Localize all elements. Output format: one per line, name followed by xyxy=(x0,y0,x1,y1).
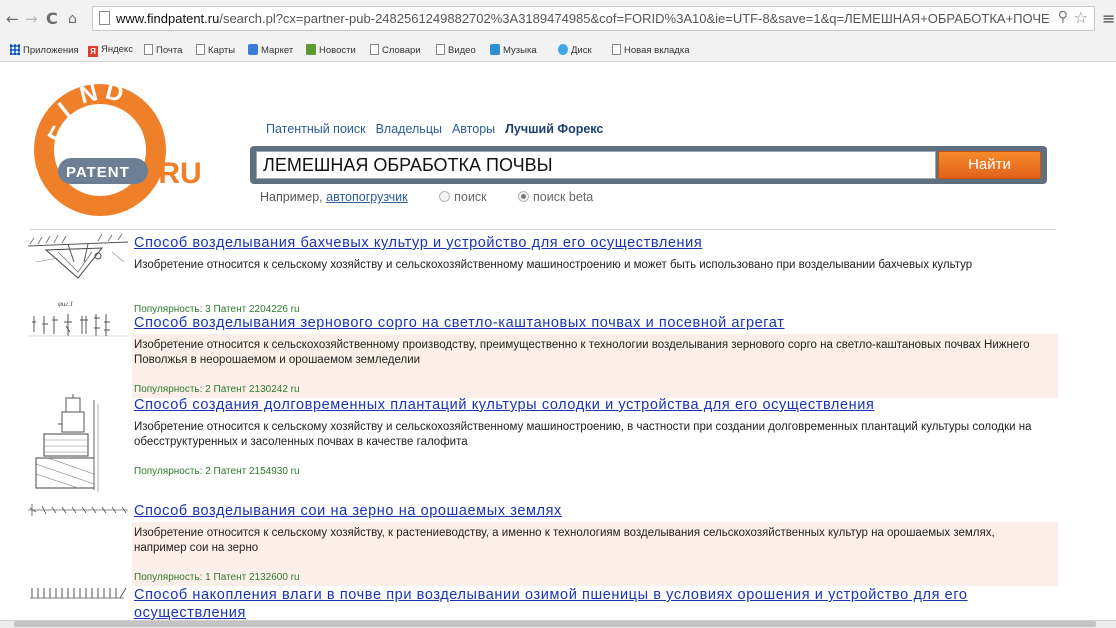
result-title-link[interactable]: Способ возделывания бахчевых культур и у… xyxy=(134,234,702,252)
bookmark-yandex[interactable]: Я Яндекс xyxy=(88,44,133,57)
patent-drawing-thumbnail xyxy=(30,587,127,599)
address-bar[interactable]: www.findpatent.ru/search.pl?cx=partner-p… xyxy=(92,6,1095,31)
bookmark-new-tab[interactable]: Новая вкладка xyxy=(612,44,689,57)
logo-patent-text: PATENT xyxy=(66,164,130,181)
bookmark-label: Яндекс xyxy=(101,44,133,55)
bookmark-mail[interactable]: Почта xyxy=(144,44,182,57)
bookmark-label: Почта xyxy=(156,45,183,56)
scrollbar-thumb[interactable] xyxy=(14,621,1096,627)
url-path: /search.pl?cx=partner-pub-24825612498827… xyxy=(219,11,1050,26)
bookmark-label: Видео xyxy=(448,45,476,56)
nav-best-forex[interactable]: Лучший Форекс xyxy=(505,122,603,136)
reload-icon[interactable]: C xyxy=(46,10,58,28)
page-icon xyxy=(612,44,621,55)
bookmarks-bar: Приложения Я Яндекс Почта Карты Маркет Но… xyxy=(0,38,1116,62)
result-item: Способ возделывания зернового сорго на с… xyxy=(28,312,1058,398)
disk-icon xyxy=(558,44,568,55)
result-body: Изобретение относится к сельскому хозяйс… xyxy=(132,522,1058,586)
news-icon xyxy=(306,44,316,55)
result-meta: Популярность: 1 Патент 2132600 ru xyxy=(134,572,300,583)
radio-search[interactable]: поиск xyxy=(439,190,487,204)
logo-ru-text: .RU xyxy=(150,157,202,190)
result-description: Изобретение относится к сельскому хозяйс… xyxy=(134,527,995,554)
bookmark-label: Диск xyxy=(571,45,592,56)
menu-icon[interactable]: ≡ xyxy=(1102,9,1115,28)
radio-button-selected[interactable] xyxy=(518,191,530,202)
result-title-link[interactable]: Способ возделывания зернового сорго на с… xyxy=(134,314,784,332)
patent-drawing-thumbnail: φиг.1 xyxy=(28,233,128,308)
patent-drawing-thumbnail xyxy=(28,314,128,337)
market-icon xyxy=(248,44,258,55)
radio-button[interactable] xyxy=(439,191,451,202)
page-icon xyxy=(99,11,110,25)
browser-toolbar: ← → C ⌂ www.findpatent.ru/search.pl?cx=p… xyxy=(0,0,1116,38)
result-body: Изобретение относится к сельскому хозяйс… xyxy=(132,254,1058,318)
svg-text:φиг.1: φиг.1 xyxy=(58,300,73,308)
home-icon[interactable]: ⌂ xyxy=(68,10,77,28)
bookmark-music[interactable]: Музыка xyxy=(490,44,537,57)
bookmark-label: Словари xyxy=(382,45,421,56)
result-item: Способ создания долговременных плантаций… xyxy=(28,394,1058,498)
bookmark-label: Новая вкладка xyxy=(624,45,690,56)
site-nav: Патентный поиск Владельцы Авторы Лучший Фор… xyxy=(266,122,613,136)
bookmark-market[interactable]: Маркет xyxy=(248,44,293,57)
bookmark-apps[interactable]: Приложения xyxy=(10,44,79,57)
result-item: φиг.1 Способ возделывания бахчевых культ… xyxy=(28,232,1058,315)
result-description: Изобретение относится к сельскому хозяйс… xyxy=(134,421,1032,448)
radio-search-beta[interactable]: поиск beta xyxy=(518,190,593,204)
example-link[interactable]: автопогрузчик xyxy=(326,190,407,204)
zoom-icon[interactable]: ⚲ xyxy=(1058,9,1068,25)
divider xyxy=(30,229,1056,230)
radio-label: поиск xyxy=(454,190,487,204)
yandex-icon: Я xyxy=(88,46,98,57)
search-options: Например, автопогрузчик поиск поиск beta xyxy=(260,190,593,204)
result-item: Способ возделывания сои на зерно на орош… xyxy=(28,500,1058,586)
music-icon xyxy=(490,44,500,55)
nav-authors[interactable]: Авторы xyxy=(452,122,495,136)
patent-drawing-thumbnail xyxy=(35,394,99,492)
nav-patent-search[interactable]: Патентный поиск xyxy=(266,122,366,136)
bookmark-label: Приложения xyxy=(23,45,79,56)
url-text[interactable]: www.findpatent.ru/search.pl?cx=partner-p… xyxy=(116,10,1052,27)
page-icon xyxy=(144,44,153,55)
search-button[interactable]: Найти xyxy=(938,151,1041,179)
bookmark-label: Маркет xyxy=(261,45,294,56)
url-host: www.findpatent.ru xyxy=(116,11,220,26)
findpatent-logo[interactable]: F I N D PATENT .RU xyxy=(30,80,230,220)
bookmark-dictionaries[interactable]: Словари xyxy=(370,44,421,57)
page-icon xyxy=(436,44,445,55)
result-title-link[interactable]: Способ накопления влаги в почве при возд… xyxy=(134,586,968,604)
radio-label: поиск beta xyxy=(533,190,594,204)
bookmark-news[interactable]: Новости xyxy=(306,44,356,57)
result-item: Способ накопления влаги в почве при возд… xyxy=(28,584,1058,621)
bookmark-label: Новости xyxy=(319,45,356,56)
bookmark-maps[interactable]: Карты xyxy=(196,44,235,57)
bookmark-label: Карты xyxy=(208,45,236,56)
bookmark-label: Музыка xyxy=(503,45,537,56)
apps-grid-icon xyxy=(10,44,20,55)
result-body: Изобретение относится к сельскому хозяйс… xyxy=(132,416,1058,480)
bookmark-star-icon[interactable]: ☆ xyxy=(1074,8,1088,27)
forward-arrow-icon[interactable]: → xyxy=(25,10,38,28)
back-arrow-icon[interactable]: ← xyxy=(6,10,19,28)
result-description: Изобретение относится к сельскому хозяйс… xyxy=(134,259,973,271)
bookmark-video[interactable]: Видео xyxy=(436,44,476,57)
result-title-link[interactable]: Способ возделывания сои на зерно на орош… xyxy=(134,502,562,520)
result-body: Изобретение относится к сельскохозяйстве… xyxy=(132,334,1058,398)
search-input[interactable]: ЛЕМЕШНАЯ ОБРАБОТКА ПОЧВЫ xyxy=(256,151,936,179)
patent-drawing-thumbnail xyxy=(28,504,128,516)
nav-owners[interactable]: Владельцы xyxy=(376,122,442,136)
result-title-link[interactable]: Способ создания долговременных плантаций… xyxy=(134,396,874,414)
result-meta: Популярность: 2 Патент 2154930 ru xyxy=(134,466,300,477)
page-icon xyxy=(196,44,205,55)
page-icon xyxy=(370,44,379,55)
bookmark-disk[interactable]: Диск xyxy=(558,44,592,57)
result-description: Изобретение относится к сельскохозяйстве… xyxy=(134,339,1030,366)
example-prefix: Например, xyxy=(260,190,323,204)
